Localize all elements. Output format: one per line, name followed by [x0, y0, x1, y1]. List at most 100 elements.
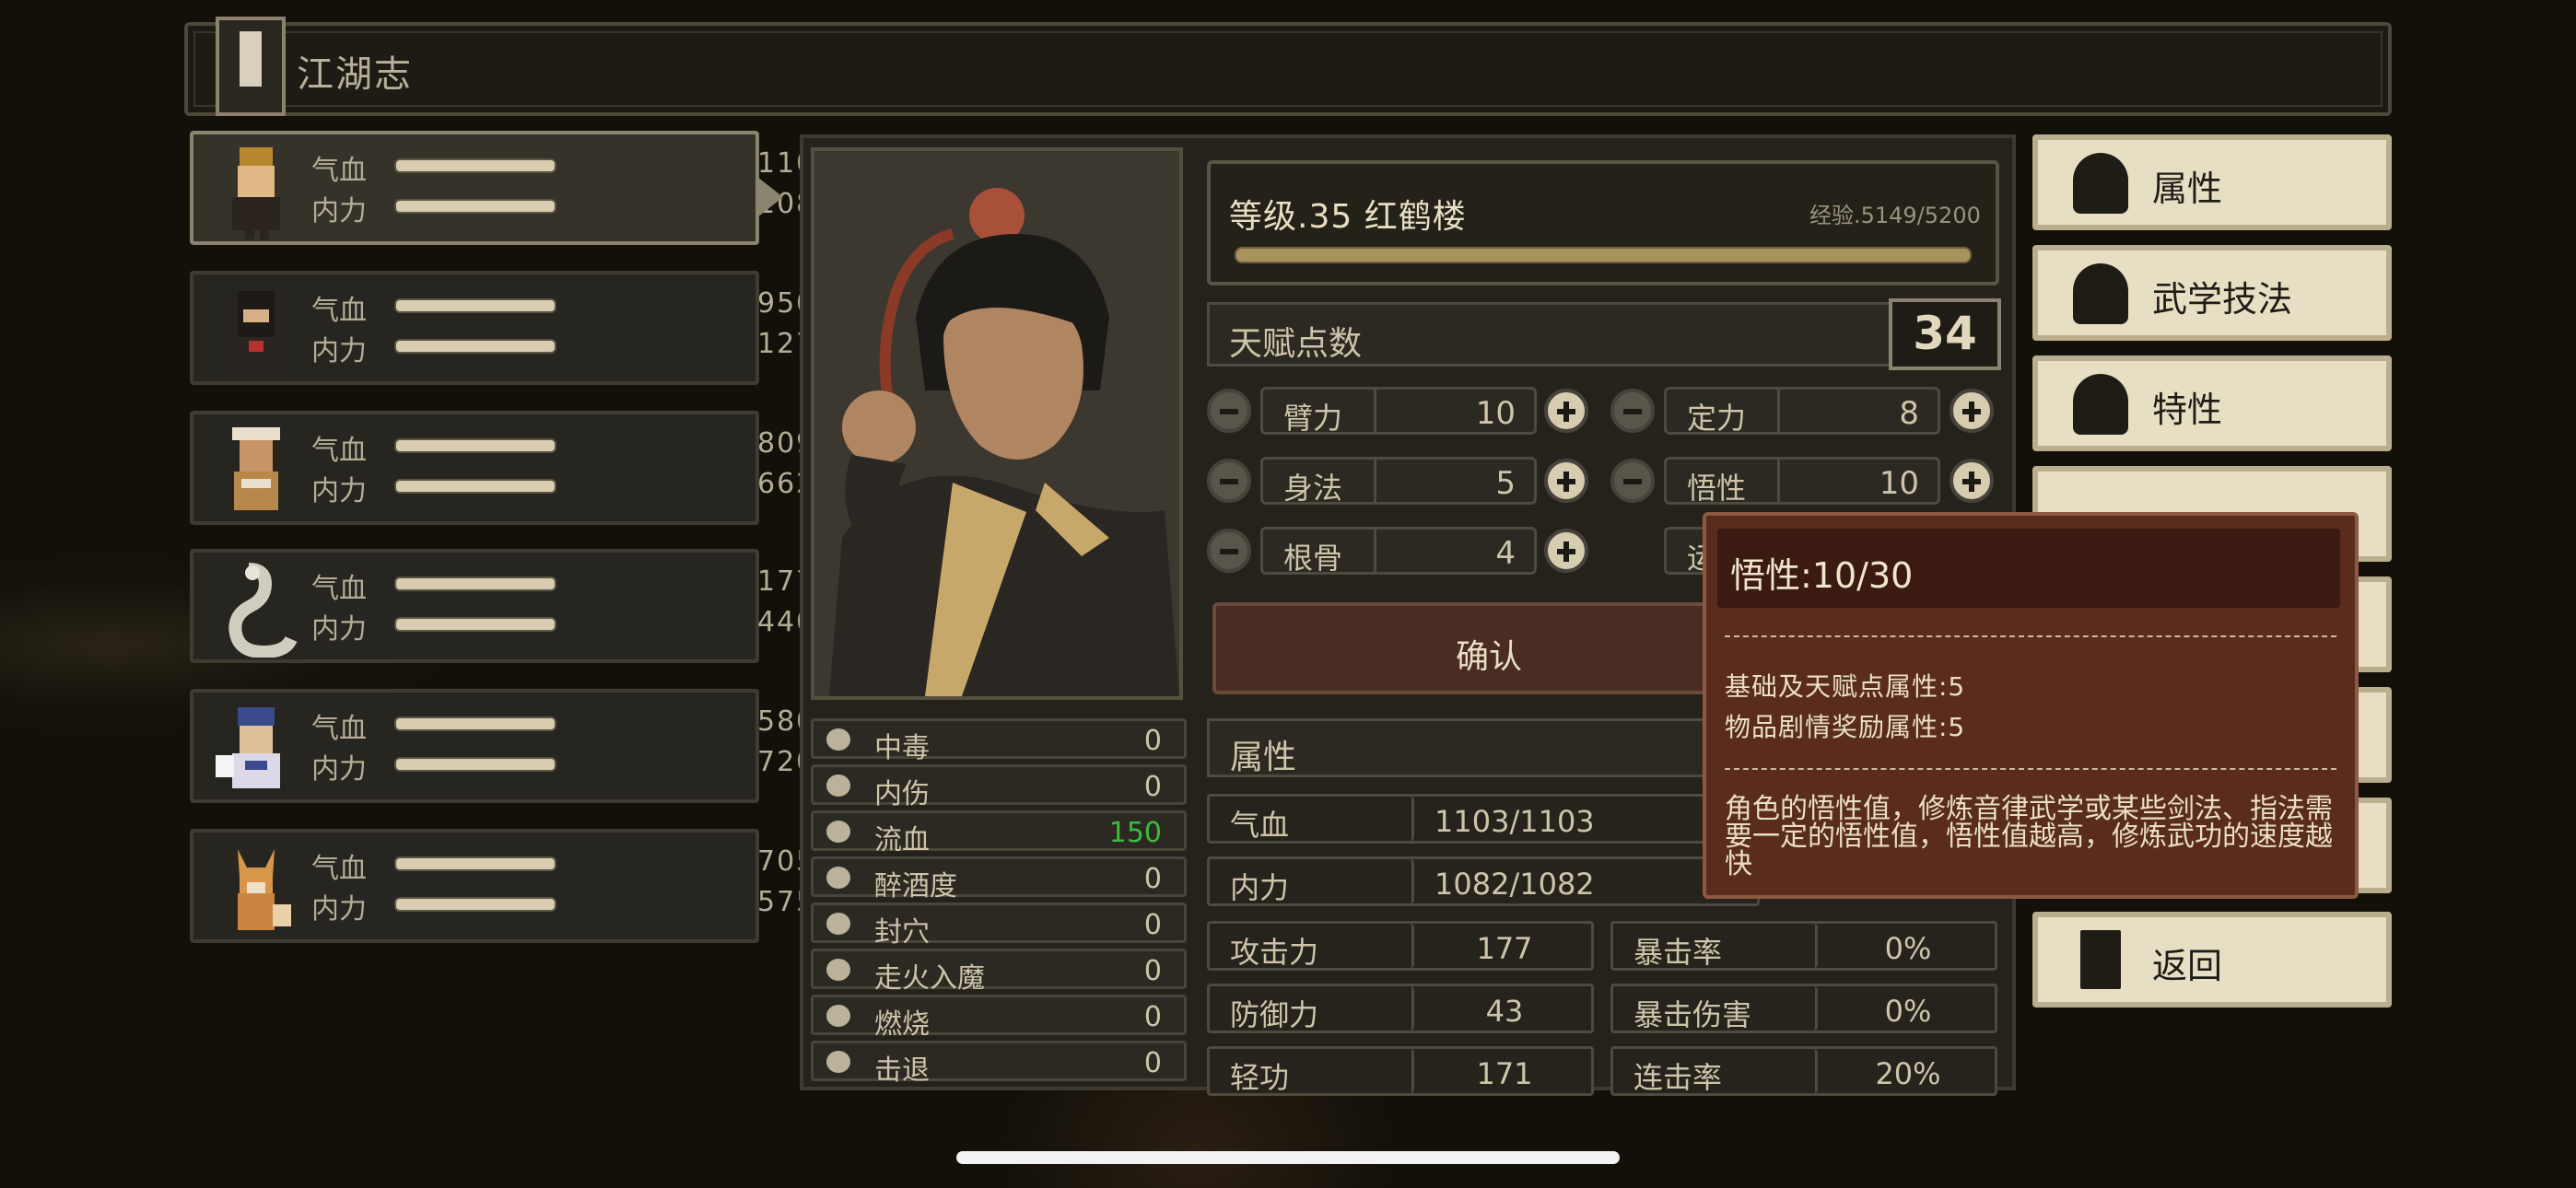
avatar [212, 282, 300, 379]
blood-drop-icon [826, 821, 850, 843]
stat-hp: 气血 1103/1103 [1207, 794, 1760, 844]
avatar [212, 422, 300, 519]
party-member-5[interactable]: 气血580/580 内力720/720 [190, 689, 884, 803]
broken-heart-icon [826, 775, 850, 797]
stat-attack: 攻击力 177 [1207, 921, 1594, 971]
home-indicator[interactable] [956, 1151, 1620, 1164]
agility-minus-button[interactable] [1207, 459, 1251, 503]
constitution-plus-button[interactable] [1544, 529, 1588, 573]
hp-label: 气血 [311, 853, 367, 885]
status-drunk: 醉酒度 0 [811, 856, 1187, 903]
exp-bar [1235, 247, 1972, 263]
stat-crit-damage: 暴击伤害 0% [1610, 984, 1997, 1033]
mp-label: 内力 [311, 613, 367, 646]
mp-label: 内力 [311, 195, 367, 227]
party-member-6[interactable]: 气血705/705 内力575/575 [190, 829, 884, 943]
constitution-minus-button[interactable] [1207, 529, 1251, 573]
tooltip-item: 物品剧情奖励属性:5 [1725, 712, 1966, 742]
status-bleeding: 流血 150 [811, 810, 1187, 856]
menu-back-button[interactable]: 返回 [2032, 912, 2392, 1007]
party-member-1[interactable]: 气血1103/1103 内力1082/1082 [190, 131, 922, 245]
exp-text: 经验.5149/5200 [1809, 203, 1981, 228]
talent-points: 34 [1889, 298, 2001, 370]
boot-icon [826, 1051, 850, 1073]
attr-agility: 身法 5 [1260, 457, 1537, 506]
status-knockback: 击退 0 [811, 1041, 1187, 1087]
pressure-point-icon [826, 913, 850, 935]
level-text: 等级.35 红鹤楼 [1229, 198, 1467, 236]
mp-label: 内力 [311, 475, 367, 507]
stats-section-title: 属性 [1207, 718, 1760, 777]
status-burning: 燃烧 0 [811, 995, 1187, 1041]
mp-bar [394, 199, 556, 214]
insight-plus-button[interactable] [1950, 459, 1994, 503]
mp-bar [394, 897, 556, 912]
strength-minus-button[interactable] [1207, 389, 1251, 433]
hp-bar [394, 716, 556, 731]
door-icon [2080, 930, 2121, 989]
selected-arrow-icon [757, 177, 783, 217]
book-icon [216, 17, 286, 116]
mp-label: 内力 [311, 753, 367, 786]
hp-bar [394, 438, 556, 453]
strength-plus-button[interactable] [1544, 389, 1588, 433]
talent-label: 天赋点数 [1229, 325, 1363, 363]
fire-icon [826, 1005, 850, 1027]
hp-bar [394, 158, 556, 173]
mp-label: 内力 [311, 893, 367, 926]
tooltip-divider [1725, 635, 2336, 637]
snake-avatar [212, 560, 300, 659]
mp-bar [394, 339, 556, 354]
composure-minus-button[interactable] [1610, 389, 1655, 433]
skull-icon [826, 959, 850, 981]
martial-arts-icon [2073, 263, 2128, 324]
attr-insight[interactable]: 悟性 10 [1664, 457, 1940, 506]
party-member-3[interactable]: 气血809/809 内力662/662 [190, 411, 884, 525]
stat-combo-rate: 连击率 20% [1610, 1046, 1997, 1096]
agility-plus-button[interactable] [1544, 459, 1588, 503]
mp-bar [394, 617, 556, 632]
hp-label: 气血 [311, 573, 367, 605]
stat-qinggong: 轻功 171 [1207, 1046, 1594, 1096]
avatar [212, 142, 300, 239]
dizzy-icon [826, 867, 850, 889]
page-title: 江湖志 [297, 53, 413, 96]
hp-label: 气血 [311, 295, 367, 327]
tooltip-description: 角色的悟性值，修炼音律武学或某些剑法、指法需要一定的悟性值，悟性值越高，修炼武功… [1725, 793, 2333, 880]
hp-label: 气血 [311, 435, 367, 467]
attr-constitution: 根骨 4 [1260, 527, 1537, 576]
tooltip-base: 基础及天赋点属性:5 [1725, 671, 1966, 702]
party-member-2[interactable]: 气血950/950 内力1275/1275 [190, 271, 922, 385]
mp-label: 内力 [311, 335, 367, 367]
party-member-4[interactable]: 气血1779/1779 内力440/440 [190, 549, 922, 663]
status-seal: 封穴 0 [811, 903, 1187, 949]
poison-icon [826, 728, 850, 751]
composure-plus-button[interactable] [1950, 389, 1994, 433]
avatar [212, 700, 300, 798]
status-qi-deviation: 走火入魔 0 [811, 949, 1187, 995]
menu-attributes-button[interactable]: 属性 [2032, 134, 2392, 230]
traits-icon [2073, 374, 2128, 435]
status-poison: 中毒 0 [811, 718, 1187, 764]
character-portrait [811, 147, 1183, 700]
hp-bar [394, 856, 556, 871]
menu-traits-button[interactable]: 特性 [2032, 355, 2392, 451]
confirm-button[interactable]: 确认 [1212, 602, 1765, 694]
stat-crit-rate: 暴击率 0% [1610, 921, 1997, 971]
hp-label: 气血 [311, 155, 367, 187]
status-internal-injury: 内伤 0 [811, 764, 1187, 810]
attr-strength: 臂力 10 [1260, 387, 1537, 436]
attr-composure: 定力 8 [1664, 387, 1940, 436]
menu-martial-arts-button[interactable]: 武学技法 [2032, 245, 2392, 341]
stat-defense: 防御力 43 [1207, 984, 1594, 1033]
mp-bar [394, 757, 556, 772]
hp-bar [394, 298, 556, 313]
tooltip-header: 悟性:10/30 [1717, 529, 2340, 608]
title-bar [184, 22, 2392, 116]
fox-avatar [212, 840, 300, 938]
insight-minus-button[interactable] [1610, 459, 1655, 503]
character-icon [2073, 153, 2128, 214]
mp-bar [394, 479, 556, 494]
stat-mp: 内力 1082/1082 [1207, 856, 1760, 906]
hp-bar [394, 577, 556, 591]
